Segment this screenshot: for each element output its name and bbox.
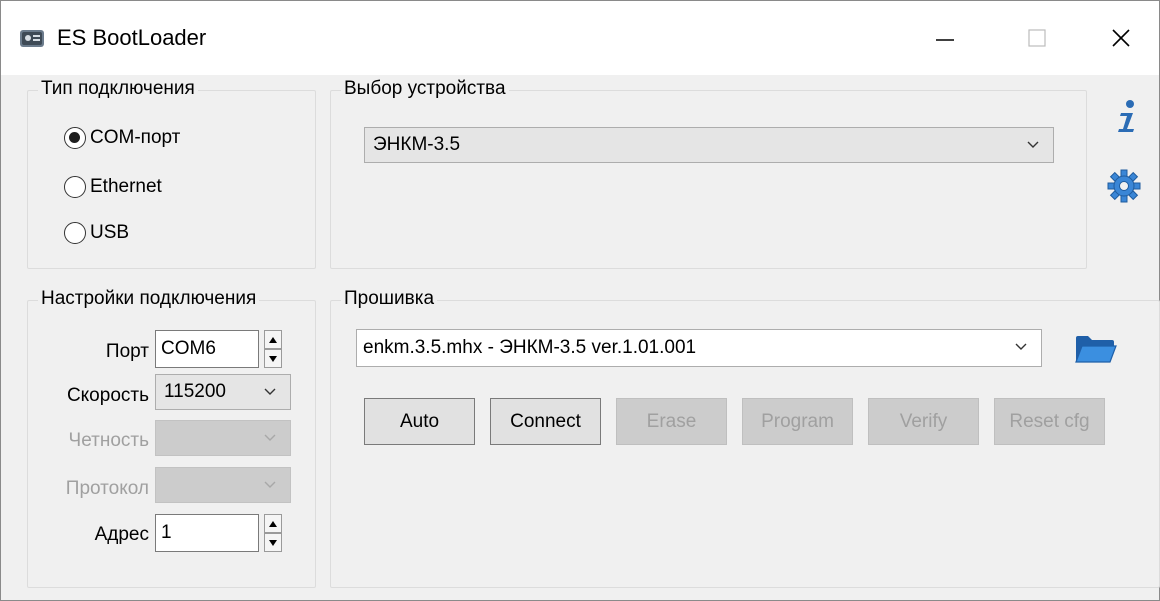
port-label: Порт xyxy=(105,341,149,362)
radio-usb[interactable]: USB xyxy=(64,222,129,244)
port-value: COM6 xyxy=(161,338,216,359)
gear-icon[interactable] xyxy=(1107,169,1141,203)
close-icon xyxy=(1112,29,1130,47)
protocol-label: Протокол xyxy=(65,478,149,499)
chevron-down-icon xyxy=(1027,141,1039,148)
address-label: Адрес xyxy=(94,524,149,545)
device-select-title: Выбор устройства xyxy=(341,78,509,100)
app-icon xyxy=(20,30,44,47)
speed-label: Скорость xyxy=(66,385,149,406)
arrow-down-icon xyxy=(269,355,277,362)
maximize-button[interactable] xyxy=(991,1,1083,75)
radio-button[interactable] xyxy=(64,176,86,198)
auto-button[interactable]: Auto xyxy=(364,398,475,445)
radio-label: COM-порт xyxy=(90,127,181,148)
title-bar[interactable]: ES BootLoader xyxy=(1,1,1159,75)
firmware-dropdown-value: enkm.3.5.mhx - ЭНКМ-3.5 ver.1.01.001 xyxy=(363,337,697,358)
firmware-dropdown[interactable]: enkm.3.5.mhx - ЭНКМ-3.5 ver.1.01.001 xyxy=(356,329,1042,367)
close-button[interactable] xyxy=(1083,1,1159,75)
device-dropdown-value: ЭНКМ-3.5 xyxy=(373,134,461,155)
arrow-up-icon xyxy=(269,520,277,527)
address-input[interactable]: 1 xyxy=(155,514,259,552)
address-spinner[interactable] xyxy=(264,514,282,552)
address-value: 1 xyxy=(161,522,172,543)
parity-label: Четность xyxy=(68,430,149,451)
verify-button[interactable]: Verify xyxy=(868,398,979,445)
info-icon[interactable] xyxy=(1111,99,1141,135)
chevron-down-icon xyxy=(1015,343,1027,350)
radio-button[interactable] xyxy=(64,127,86,149)
spin-up-button[interactable] xyxy=(264,514,282,533)
speed-value: 115200 xyxy=(164,381,226,402)
radio-button[interactable] xyxy=(64,222,86,244)
arrow-down-icon xyxy=(269,539,277,546)
chevron-down-icon xyxy=(264,388,276,395)
spin-down-button[interactable] xyxy=(264,349,282,368)
port-input[interactable]: COM6 xyxy=(155,330,259,368)
spin-up-button[interactable] xyxy=(264,330,282,349)
radio-label: USB xyxy=(90,222,130,243)
device-select-group: Выбор устройства ЭНКМ-3.5 xyxy=(330,78,1087,269)
parity-dropdown[interactable] xyxy=(155,420,291,456)
erase-button[interactable]: Erase xyxy=(616,398,727,445)
connection-type-group: Тип подключения COM-порт Ethernet USB xyxy=(27,78,316,269)
reset-cfg-button[interactable]: Reset cfg xyxy=(994,398,1105,445)
radio-com-port[interactable]: COM-порт xyxy=(64,127,180,149)
speed-dropdown[interactable]: 115200 xyxy=(155,374,291,410)
minimize-button[interactable] xyxy=(899,1,991,75)
maximize-icon xyxy=(1028,29,1046,47)
connect-button[interactable]: Connect xyxy=(490,398,601,445)
connection-settings-title: Настройки подключения xyxy=(38,288,260,310)
device-dropdown[interactable]: ЭНКМ-3.5 xyxy=(364,127,1054,163)
minimize-icon xyxy=(936,39,954,41)
folder-icon[interactable] xyxy=(1074,334,1118,364)
arrow-up-icon xyxy=(269,336,277,343)
radio-label: Ethernet xyxy=(90,176,162,197)
chevron-down-icon xyxy=(264,481,276,488)
app-window: ES BootLoader Тип подключения COM-порт E… xyxy=(0,0,1160,601)
radio-ethernet[interactable]: Ethernet xyxy=(64,176,162,198)
connection-type-title: Тип подключения xyxy=(38,78,198,100)
program-button[interactable]: Program xyxy=(742,398,853,445)
firmware-title: Прошивка xyxy=(341,288,438,310)
port-spinner[interactable] xyxy=(264,330,282,368)
spin-down-button[interactable] xyxy=(264,533,282,552)
chevron-down-icon xyxy=(264,434,276,441)
protocol-dropdown[interactable] xyxy=(155,467,291,503)
window-title: ES BootLoader xyxy=(57,25,207,50)
